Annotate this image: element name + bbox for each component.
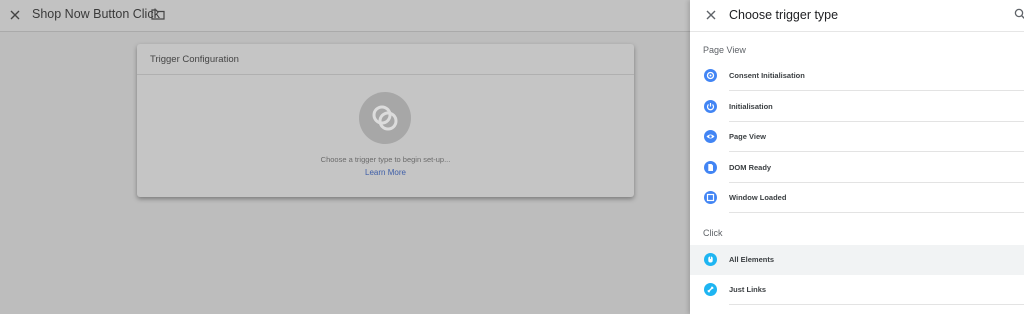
item-label: Page View [729, 132, 766, 141]
link-icon [704, 283, 717, 296]
trigger-logo-icon[interactable] [359, 92, 411, 144]
trigger-initialisation[interactable]: Initialisation [690, 92, 1024, 122]
trigger-window-loaded[interactable]: Window Loaded [690, 183, 1024, 213]
close-icon[interactable] [7, 7, 23, 23]
editor-backdrop: Shop Now Button Click Trigger Configurat… [0, 0, 690, 314]
divider [729, 90, 1024, 91]
divider [729, 151, 1024, 152]
window-icon [704, 191, 717, 204]
item-label: DOM Ready [729, 163, 772, 172]
learn-more-link[interactable]: Learn More [137, 168, 634, 177]
trigger-dom-ready[interactable]: DOM Ready [690, 153, 1024, 183]
empty-hint: Choose a trigger type to begin set-up... [320, 155, 451, 164]
trigger-all-elements[interactable]: All Elements [690, 245, 1024, 275]
trigger-page-view[interactable]: Page View [690, 122, 1024, 152]
item-label: Consent Initialisation [729, 71, 805, 80]
card-header: Trigger Configuration [137, 44, 634, 75]
divider [729, 304, 1024, 305]
card-heading: Trigger Configuration [150, 54, 239, 65]
folder-icon[interactable] [151, 8, 165, 20]
panel-title: Choose trigger type [729, 8, 839, 22]
item-label: Window Loaded [729, 193, 787, 202]
trigger-configuration-card[interactable]: Trigger Configuration Choose a trigger t… [137, 44, 634, 197]
section-page-view: Page View [703, 45, 746, 55]
document-icon [704, 161, 717, 174]
consent-icon [704, 69, 717, 82]
search-icon[interactable] [1014, 8, 1024, 20]
eye-icon [704, 130, 717, 143]
divider [729, 212, 1024, 213]
trigger-name[interactable]: Shop Now Button Click [32, 7, 160, 21]
trigger-consent-initialisation[interactable]: Consent Initialisation [690, 61, 1024, 91]
trigger-type-panel: Choose trigger type Page View Consent In… [690, 0, 1024, 314]
editor-topbar: Shop Now Button Click [0, 0, 690, 32]
section-click: Click [703, 228, 723, 238]
cursor-icon [704, 253, 717, 266]
panel-header: Choose trigger type [690, 0, 1024, 32]
item-label: Initialisation [729, 102, 773, 111]
power-icon [704, 100, 717, 113]
item-label: Just Links [729, 285, 767, 294]
trigger-just-links[interactable]: Just Links [690, 275, 1024, 305]
item-label: All Elements [729, 255, 775, 264]
close-panel-icon[interactable] [703, 7, 719, 23]
